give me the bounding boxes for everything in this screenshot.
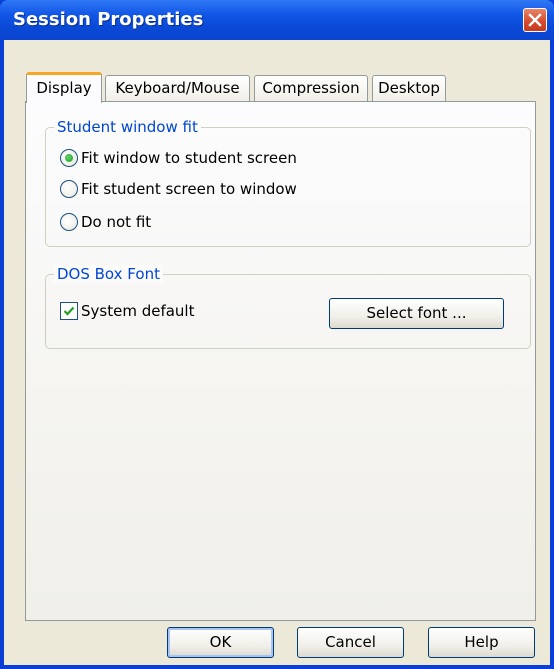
student-window-fit-label: Student window fit: [54, 118, 201, 136]
select-font-button[interactable]: Select font ...: [329, 298, 504, 329]
tab-keyboard-mouse[interactable]: Keyboard/Mouse: [105, 75, 250, 101]
cancel-button[interactable]: Cancel: [297, 627, 404, 658]
tab-display[interactable]: Display: [26, 72, 102, 103]
system-default-label: System default: [81, 302, 195, 320]
session-properties-dialog: Session Properties Display Keyboard/Mous…: [0, 0, 554, 669]
radio-label: Fit student screen to window: [81, 180, 297, 198]
help-button[interactable]: Help: [428, 627, 535, 658]
window-title: Session Properties: [13, 9, 204, 30]
radio-button[interactable]: [60, 213, 78, 231]
ok-button[interactable]: OK: [167, 627, 274, 658]
close-icon: [528, 13, 542, 27]
dos-box-font-group: DOS Box Font System default Select font …: [45, 265, 531, 349]
tab-desktop[interactable]: Desktop: [372, 75, 446, 101]
tab-compression[interactable]: Compression: [254, 75, 368, 101]
close-button[interactable]: [523, 8, 547, 32]
dialog-body: Display Keyboard/Mouse Compression Deskt…: [4, 40, 550, 665]
display-tab-panel: Student window fit Fit window to student…: [25, 101, 536, 621]
checkmark-icon: [63, 306, 75, 316]
title-bar[interactable]: Session Properties: [0, 0, 554, 40]
radio-button-selected[interactable]: [60, 149, 78, 167]
dos-box-font-label: DOS Box Font: [54, 265, 163, 283]
radio-button[interactable]: [60, 180, 78, 198]
radio-label: Fit window to student screen: [81, 149, 297, 167]
radio-label: Do not fit: [81, 213, 152, 231]
system-default-checkbox[interactable]: [60, 302, 78, 320]
student-window-fit-group: Student window fit Fit window to student…: [45, 118, 531, 247]
